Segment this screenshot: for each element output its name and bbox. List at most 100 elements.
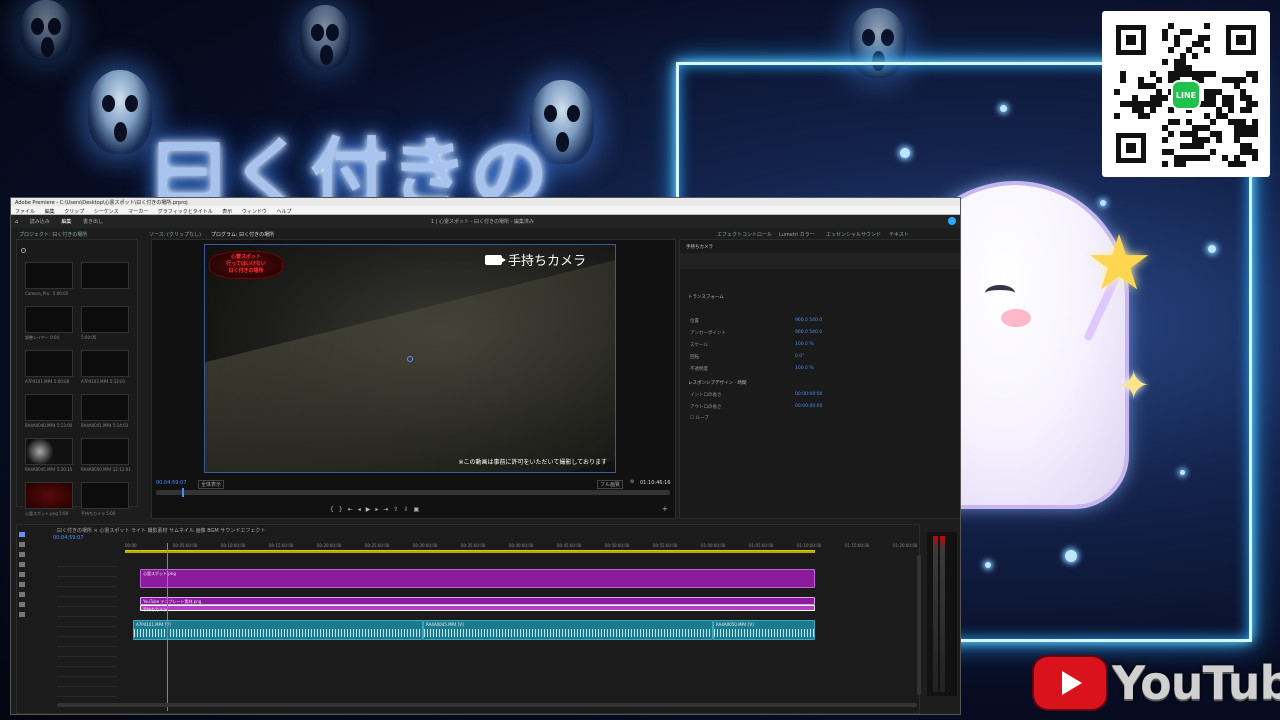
play-icon[interactable]: ▶ (366, 506, 376, 513)
youtube-logo: YouTube (1034, 656, 1280, 710)
transform-prop-value[interactable]: 100.0 % (795, 366, 814, 371)
track-header[interactable] (57, 609, 117, 617)
project-thumbnail[interactable] (81, 394, 129, 421)
loop-checkbox[interactable]: ☐ ループ (690, 415, 709, 421)
tab-source[interactable]: ソース: (クリップなし) (149, 231, 201, 239)
resp-outro-value[interactable]: 00:00:00:00 (795, 404, 822, 409)
razor-tool-icon[interactable] (19, 562, 25, 567)
project-thumbnail[interactable] (25, 306, 73, 333)
transform-prop-value[interactable]: 0.0° (795, 354, 804, 359)
timeline-scrollbar[interactable] (57, 703, 917, 707)
rectangle-tool-icon[interactable] (19, 592, 25, 597)
work-area-bar[interactable] (125, 551, 815, 553)
qr-finder (1116, 133, 1146, 163)
anchor-crosshair-icon[interactable] (407, 356, 413, 362)
project-thumbnail[interactable] (81, 306, 129, 333)
timeline-clip[interactable]: RA4A0045.MP4 [V] (423, 620, 713, 640)
ruler-tick-label: 01:05:00:00 (749, 543, 774, 548)
go-to-out-icon[interactable]: ⇥ (383, 506, 393, 513)
track-header[interactable] (57, 589, 117, 597)
track-header[interactable] (57, 559, 117, 567)
qr-module (1210, 149, 1216, 155)
timeline-clip[interactable]: YouTube テンプレート素材.png (140, 597, 815, 605)
timeline-timecode[interactable]: 00:04:59:07 (53, 535, 84, 541)
vertical-scrollbar[interactable] (917, 555, 921, 695)
star-icon: ★ (1085, 218, 1154, 307)
project-thumbnail[interactable] (81, 350, 129, 377)
tab-text[interactable]: テキスト (889, 231, 909, 239)
project-thumbnail[interactable] (25, 438, 73, 465)
add-button-icon[interactable]: + (662, 505, 668, 513)
resp-intro-value[interactable]: 00:00:00:00 (795, 392, 822, 397)
track-select-icon[interactable] (19, 542, 25, 547)
video-frame[interactable]: 心霊スポット 行ってはいけない 曰く付きの場所 手持ちカメラ ※この動画は事前に… (204, 244, 616, 473)
account-icon[interactable] (948, 217, 956, 225)
tab-lumetri[interactable]: Lumetri カラー (779, 231, 815, 239)
quality-dropdown[interactable]: フル画質 (597, 480, 624, 489)
time-ruler[interactable]: 00:00 00:05:00:00 00:10:00:00 00:15:00:00 00… (125, 543, 917, 551)
mini-timeline-bar[interactable] (156, 490, 670, 495)
section-responsive[interactable]: レスポンシブデザイン - 時間 (688, 380, 746, 386)
project-thumbnail[interactable] (25, 482, 73, 509)
tab-edit[interactable]: 編集 (61, 219, 71, 225)
lift-icon[interactable]: ⇧ (393, 506, 403, 513)
timeline-playhead[interactable] (167, 543, 168, 711)
track-header[interactable] (57, 679, 117, 687)
channel-stamp: 心霊スポット 行ってはいけない 曰く付きの場所 (209, 251, 283, 279)
transform-prop-value[interactable]: 960.0 540.0 (795, 318, 822, 323)
qr-module (1120, 77, 1126, 83)
section-transform[interactable]: トランスフォーム (688, 294, 724, 300)
timeline-clip[interactable]: 心霊スポット.png (140, 569, 815, 588)
project-thumbnail[interactable] (25, 262, 73, 289)
tab-import[interactable]: 読み込み (30, 219, 50, 225)
project-thumbnail[interactable] (81, 438, 129, 465)
export-frame-icon[interactable]: ▣ (413, 506, 424, 513)
tab-program[interactable]: プログラム: 曰く付きの場所 (211, 231, 274, 239)
selection-tool-icon[interactable] (19, 532, 25, 537)
fit-dropdown[interactable]: 全体表示 (198, 480, 225, 489)
mark-in-icon[interactable]: { (330, 506, 339, 513)
mark-out-icon[interactable]: } (339, 506, 348, 513)
track-header[interactable] (57, 629, 117, 637)
tab-essential-sound[interactable]: エッセンシャルサウンド (826, 231, 881, 239)
pen-tool-icon[interactable] (19, 582, 25, 587)
track-header[interactable] (57, 579, 117, 587)
timeline-tabs[interactable]: 曰く付きの場所 × 心霊スポット ライト 撮影素材 サムネイル 画像 BGM サ… (57, 527, 265, 534)
track-header[interactable] (57, 669, 117, 677)
tab-export[interactable]: 書き出し (83, 219, 103, 225)
ruler-tick-label: 00:45:00:00 (557, 543, 582, 548)
project-thumbnail[interactable] (81, 482, 129, 509)
track-header[interactable] (57, 689, 117, 697)
transform-prop-value[interactable]: 100.0 % (795, 342, 814, 347)
project-thumbnail[interactable] (25, 350, 73, 377)
project-thumbnail[interactable] (81, 262, 129, 289)
ripple-edit-icon[interactable] (19, 552, 25, 557)
resp-intro: イントロの長さ (690, 393, 722, 398)
wrench-icon[interactable]: ⚙ (630, 479, 634, 485)
tab-project[interactable]: プロジェクト: 曰く付きの場所 (19, 231, 87, 239)
slip-tool-icon[interactable] (19, 572, 25, 577)
search-icon[interactable] (21, 248, 26, 253)
track-header[interactable] (57, 619, 117, 627)
track-header[interactable] (57, 569, 117, 577)
project-thumbnail[interactable] (25, 394, 73, 421)
type-tool-icon[interactable] (19, 612, 25, 617)
home-icon[interactable]: ⌂ (15, 219, 18, 225)
current-timecode[interactable]: 00:04:59:07 (156, 480, 187, 486)
ruler-tick-label: 01:00:00:00 (701, 543, 726, 548)
track-header[interactable] (57, 599, 117, 607)
extract-icon[interactable]: ⇩ (403, 506, 413, 513)
timeline-clip[interactable]: 手持ちカメラ (140, 605, 815, 612)
track-header[interactable] (57, 639, 117, 647)
step-back-icon[interactable]: ◂ (358, 506, 366, 513)
ruler-tick-label: 00:50:00:00 (605, 543, 630, 548)
timeline-clip[interactable]: RA4A0050.MP4 [V] (713, 620, 815, 640)
timeline-clip[interactable]: A7P4101.MP4 [V] (133, 620, 423, 640)
tab-effect-controls[interactable]: エフェクトコントロール (717, 231, 772, 239)
transform-prop-value[interactable]: 960.0 540.0 (795, 330, 822, 335)
hand-tool-icon[interactable] (19, 602, 25, 607)
track-header[interactable] (57, 659, 117, 667)
go-to-in-icon[interactable]: ⇤ (348, 506, 358, 513)
playhead-marker[interactable] (182, 488, 184, 497)
track-header[interactable] (57, 649, 117, 657)
